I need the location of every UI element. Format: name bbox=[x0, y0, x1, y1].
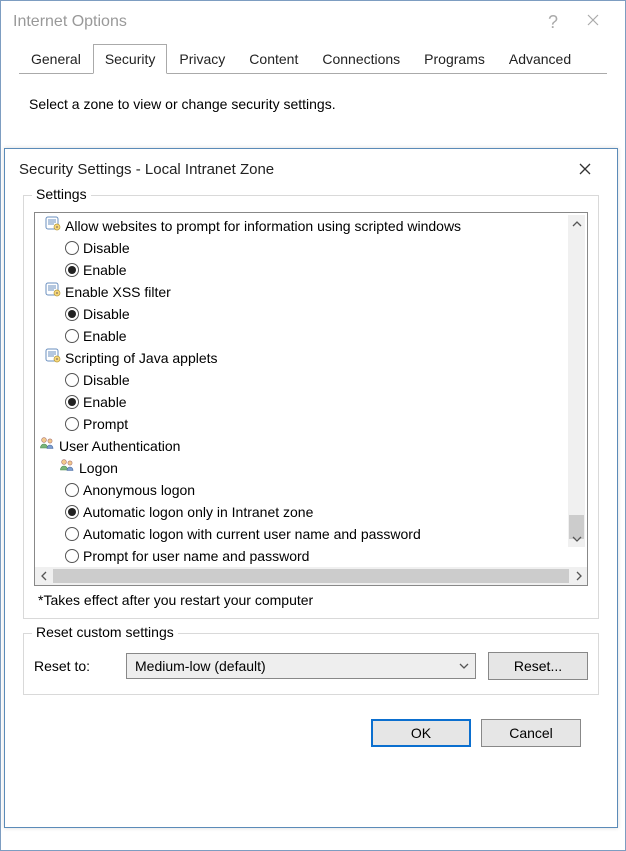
radio-option[interactable]: Enable bbox=[39, 325, 587, 347]
users-icon bbox=[39, 435, 55, 457]
radio-icon[interactable] bbox=[65, 307, 79, 321]
radio-icon[interactable] bbox=[65, 417, 79, 431]
security-settings-dialog: Security Settings - Local Intranet Zone … bbox=[4, 148, 618, 828]
radio-label: Disable bbox=[83, 303, 130, 325]
dlg-titlebar: Security Settings - Local Intranet Zone bbox=[5, 149, 617, 189]
settings-legend: Settings bbox=[32, 186, 91, 202]
cancel-button[interactable]: Cancel bbox=[481, 719, 581, 747]
radio-option[interactable]: Disable bbox=[39, 369, 587, 391]
tree-label: Logon bbox=[79, 457, 118, 479]
radio-label: Enable bbox=[83, 259, 127, 281]
tab-privacy[interactable]: Privacy bbox=[167, 44, 237, 74]
chevron-down-icon bbox=[459, 658, 469, 674]
scroll-up-icon[interactable] bbox=[568, 215, 585, 232]
radio-icon[interactable] bbox=[65, 241, 79, 255]
tab-content[interactable]: Content bbox=[237, 44, 310, 74]
reset-legend: Reset custom settings bbox=[32, 624, 178, 640]
radio-label: Automatic logon only in Intranet zone bbox=[83, 501, 313, 523]
radio-label: Prompt bbox=[83, 413, 128, 435]
radio-option[interactable]: Enable bbox=[39, 259, 587, 281]
tree-label: Scripting of Java applets bbox=[65, 347, 218, 369]
radio-label: Disable bbox=[83, 369, 130, 391]
tab-advanced[interactable]: Advanced bbox=[497, 44, 583, 74]
dlg-title: Security Settings - Local Intranet Zone bbox=[19, 161, 567, 178]
radio-icon[interactable] bbox=[65, 329, 79, 343]
radio-option[interactable]: Prompt bbox=[39, 413, 587, 435]
script-icon bbox=[45, 215, 61, 237]
reset-button[interactable]: Reset... bbox=[488, 652, 588, 680]
restart-footnote: *Takes effect after you restart your com… bbox=[34, 586, 588, 608]
scroll-right-icon[interactable] bbox=[570, 571, 587, 581]
radio-option[interactable]: Prompt for user name and password bbox=[39, 545, 587, 567]
radio-label: Anonymous logon bbox=[83, 479, 195, 501]
tab-general[interactable]: General bbox=[19, 44, 93, 74]
radio-icon[interactable] bbox=[65, 505, 79, 519]
bg-window-title: Internet Options bbox=[13, 13, 533, 31]
tree-category: Scripting of Java applets bbox=[39, 347, 587, 369]
ok-button[interactable]: OK bbox=[371, 719, 471, 747]
help-icon[interactable]: ? bbox=[533, 12, 573, 33]
script-icon bbox=[45, 281, 61, 303]
users-icon bbox=[59, 457, 75, 479]
radio-icon[interactable] bbox=[65, 395, 79, 409]
radio-icon[interactable] bbox=[65, 549, 79, 563]
tree-category: Allow websites to prompt for information… bbox=[39, 215, 587, 237]
tree-label: Enable XSS filter bbox=[65, 281, 171, 303]
radio-icon[interactable] bbox=[65, 527, 79, 541]
radio-option[interactable]: Automatic logon only in Intranet zone bbox=[39, 501, 587, 523]
tree-category: User Authentication bbox=[39, 435, 587, 457]
tab-security[interactable]: Security bbox=[93, 44, 168, 74]
radio-option[interactable]: Enable bbox=[39, 391, 587, 413]
tree-category: Enable XSS filter bbox=[39, 281, 587, 303]
bg-body: Select a zone to view or change security… bbox=[1, 74, 625, 134]
tree-label: Allow websites to prompt for information… bbox=[65, 215, 461, 237]
combo-value: Medium-low (default) bbox=[135, 658, 266, 674]
bg-titlebar: Internet Options ? bbox=[1, 1, 625, 43]
tab-connections[interactable]: Connections bbox=[310, 44, 412, 74]
horizontal-scrollbar[interactable] bbox=[35, 567, 587, 585]
radio-option[interactable]: Disable bbox=[39, 237, 587, 259]
scroll-down-icon[interactable] bbox=[568, 530, 585, 547]
tree-subcategory: Logon bbox=[39, 457, 587, 479]
tab-programs[interactable]: Programs bbox=[412, 44, 497, 74]
hscroll-track[interactable] bbox=[53, 569, 569, 583]
close-icon[interactable] bbox=[567, 154, 603, 184]
close-icon[interactable] bbox=[573, 13, 613, 31]
scroll-left-icon[interactable] bbox=[35, 571, 52, 581]
radio-icon[interactable] bbox=[65, 373, 79, 387]
reset-groupbox: Reset custom settings Reset to: Medium-l… bbox=[23, 633, 599, 695]
radio-label: Disable bbox=[83, 237, 130, 259]
radio-icon[interactable] bbox=[65, 483, 79, 497]
radio-option[interactable]: Anonymous logon bbox=[39, 479, 587, 501]
radio-label: Prompt for user name and password bbox=[83, 545, 309, 567]
tree-label: User Authentication bbox=[59, 435, 180, 457]
radio-icon[interactable] bbox=[65, 263, 79, 277]
radio-label: Enable bbox=[83, 325, 127, 347]
reset-level-combobox[interactable]: Medium-low (default) bbox=[126, 653, 476, 679]
settings-groupbox: Settings Allow websites to prompt for in… bbox=[23, 195, 599, 619]
radio-label: Automatic logon with current user name a… bbox=[83, 523, 421, 545]
vertical-scrollbar[interactable] bbox=[568, 215, 585, 547]
settings-tree: Allow websites to prompt for information… bbox=[34, 212, 588, 586]
radio-option[interactable]: Disable bbox=[39, 303, 587, 325]
script-icon bbox=[45, 347, 61, 369]
reset-to-label: Reset to: bbox=[34, 658, 114, 674]
radio-option[interactable]: Automatic logon with current user name a… bbox=[39, 523, 587, 545]
radio-label: Enable bbox=[83, 391, 127, 413]
tab-strip: General Security Privacy Content Connect… bbox=[19, 43, 607, 74]
zone-instruction-text: Select a zone to view or change security… bbox=[29, 96, 336, 112]
